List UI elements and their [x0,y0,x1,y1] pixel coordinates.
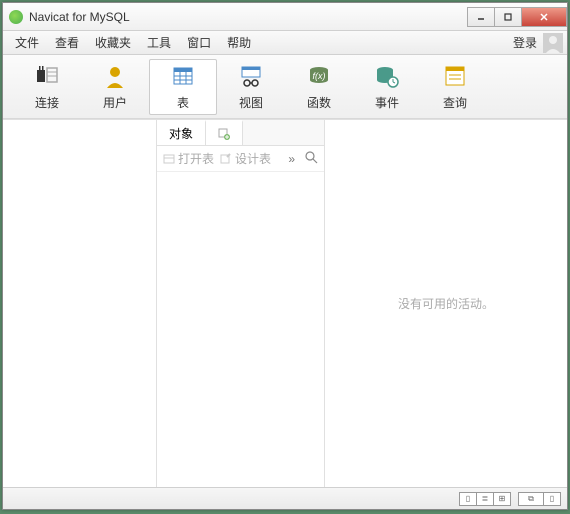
open-table-label: 打开表 [178,150,214,167]
event-icon [373,62,401,90]
app-icon [9,10,23,24]
menu-tools[interactable]: 工具 [139,31,179,55]
menu-help[interactable]: 帮助 [219,31,259,55]
login-link[interactable]: 登录 [507,34,543,51]
toolbar-function[interactable]: f(x) 函数 [285,59,353,115]
close-button[interactable] [521,7,567,27]
toolbar-user[interactable]: 用户 [81,59,149,115]
table-icon [169,62,197,90]
window-title: Navicat for MySQL [29,10,468,24]
maximize-button[interactable] [494,7,522,27]
menu-file[interactable]: 文件 [7,31,47,55]
app-window: Navicat for MySQL 文件 查看 收藏夹 工具 窗口 帮助 登录 … [2,2,568,510]
statusbar: ▯ ≣ ⊞ ⧉ ▯ [3,487,567,509]
user-icon [101,62,129,90]
menu-favorites[interactable]: 收藏夹 [87,31,139,55]
new-tab-icon [218,128,230,140]
function-icon: f(x) [305,62,333,90]
view-mode-list[interactable]: ▯ [459,492,477,506]
view-icon [237,62,265,90]
object-tabs: 对象 [157,120,324,146]
toolbar-function-label: 函数 [307,94,331,111]
toolbar-table[interactable]: 表 [149,59,217,115]
design-table-button[interactable]: 设计表 [220,150,271,167]
open-table-button[interactable]: 打开表 [163,150,214,167]
toolbar-event[interactable]: 事件 [353,59,421,115]
toolbar-connect[interactable]: 连接 [13,59,81,115]
view-mode-detail[interactable]: ≣ [476,492,494,506]
connection-tree[interactable] [3,120,157,487]
search-button[interactable] [305,151,318,167]
search-icon [305,151,318,164]
design-table-label: 设计表 [235,150,271,167]
svg-text:f(x): f(x) [313,71,326,81]
minimize-button[interactable] [467,7,495,27]
view-mode-collapse[interactable]: ▯ [543,492,561,506]
titlebar[interactable]: Navicat for MySQL [3,3,567,31]
more-button[interactable]: » [288,152,295,166]
toolbar-user-label: 用户 [103,94,127,111]
menu-view[interactable]: 查看 [47,31,87,55]
empty-activity-text: 没有可用的活动。 [398,295,494,312]
main-toolbar: 连接 用户 表 视图 f(x) 函数 事件 查询 [3,55,567,119]
query-icon [441,62,469,90]
view-mode-grid[interactable]: ⊞ [493,492,511,506]
toolbar-query-label: 查询 [443,94,467,111]
toolbar-query[interactable]: 查询 [421,59,489,115]
tab-objects[interactable]: 对象 [157,120,206,145]
plug-icon [33,62,61,90]
open-table-icon [163,153,175,165]
toolbar-view[interactable]: 视图 [217,59,285,115]
tab-objects-label: 对象 [169,122,193,146]
view-mode-er[interactable]: ⧉ [518,492,544,506]
toolbar-view-label: 视图 [239,94,263,111]
menubar: 文件 查看 收藏夹 工具 窗口 帮助 登录 [3,31,567,55]
activity-panel: 没有可用的活动。 [325,120,567,487]
toolbar-table-label: 表 [177,94,189,111]
toolbar-event-label: 事件 [375,94,399,111]
window-controls [468,7,567,27]
object-list[interactable] [157,172,324,487]
design-table-icon [220,153,232,165]
object-toolbar: 打开表 设计表 » [157,146,324,172]
tab-new[interactable] [206,120,243,145]
object-panel: 对象 打开表 设计表 » [157,120,325,487]
main-body: 对象 打开表 设计表 » [3,119,567,487]
toolbar-connect-label: 连接 [35,94,59,111]
menu-window[interactable]: 窗口 [179,31,219,55]
avatar-icon[interactable] [543,33,563,53]
